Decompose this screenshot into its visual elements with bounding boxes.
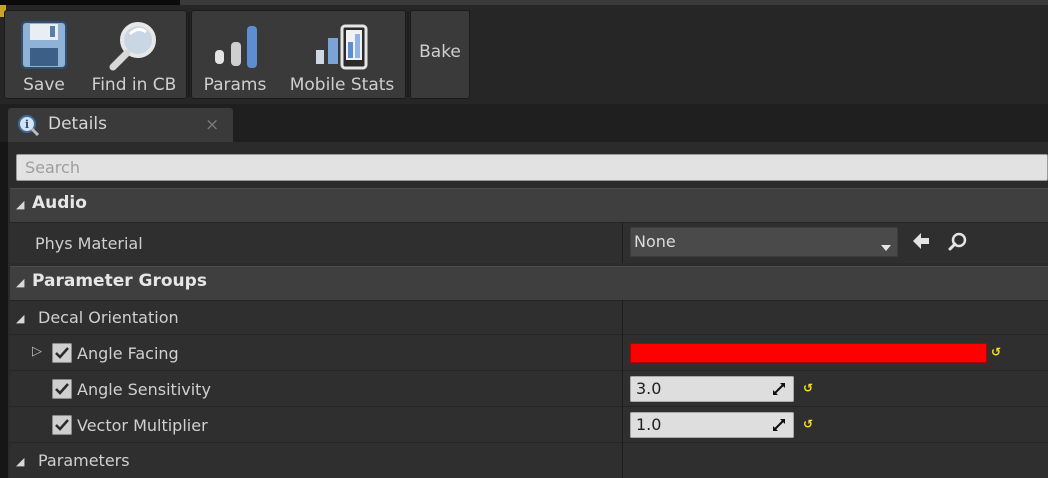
phys-material-label: Phys Material: [35, 234, 143, 253]
bake-button[interactable]: Bake: [412, 42, 468, 62]
vector-multiplier-value[interactable]: 1.0: [636, 415, 661, 434]
column-splitter[interactable]: [622, 222, 623, 263]
vector-multiplier-field[interactable]: 1.0: [630, 412, 794, 438]
angle-sensitivity-label: Angle Sensitivity: [77, 380, 211, 399]
reset-to-default-icon[interactable]: ↺: [991, 345, 1001, 359]
spin-resize-icon[interactable]: [771, 381, 787, 401]
find-in-cb-button[interactable]: Find in CB: [88, 10, 180, 99]
phys-material-dropdown[interactable]: None: [630, 227, 898, 257]
vector-multiplier-checkbox[interactable]: [52, 415, 72, 435]
category-audio-label: Audio: [32, 193, 87, 213]
search-input[interactable]: [17, 155, 1047, 180]
collapse-triangle-icon[interactable]: ◢: [16, 455, 24, 468]
angle-facing-color-swatch[interactable]: [630, 343, 987, 363]
params-icon: [209, 20, 261, 76]
tab-details[interactable]: i Details ×: [8, 108, 233, 142]
angle-sensitivity-field[interactable]: 3.0: [630, 376, 794, 402]
toolbar-separator: [407, 12, 409, 97]
mobile-stats-icon: [310, 20, 374, 78]
vector-multiplier-label: Vector Multiplier: [77, 416, 208, 435]
category-parameter-groups[interactable]: ◢ Parameter Groups: [10, 266, 1048, 300]
browse-search-icon[interactable]: [948, 232, 968, 256]
category-audio[interactable]: ◢ Audio: [10, 188, 1048, 222]
top-border-segment: [180, 0, 1048, 5]
collapse-triangle-icon[interactable]: ◢: [16, 312, 24, 325]
bake-label: Bake: [419, 42, 461, 62]
chevron-down-icon: [880, 237, 892, 256]
spin-resize-icon[interactable]: [771, 417, 787, 437]
save-label: Save: [23, 75, 65, 95]
tab-details-label: Details: [48, 114, 107, 134]
angle-sensitivity-checkbox[interactable]: [52, 379, 72, 399]
expand-triangle-icon[interactable]: ▷: [32, 344, 42, 359]
search-box[interactable]: [16, 154, 1048, 181]
params-label: Params: [203, 75, 267, 95]
angle-sensitivity-value[interactable]: 3.0: [636, 379, 661, 398]
save-button[interactable]: Save: [12, 10, 76, 99]
toolbar-separator: [188, 12, 190, 97]
angle-facing-label: Angle Facing: [77, 344, 179, 363]
parameters-label: Parameters: [38, 451, 130, 470]
save-icon: [20, 20, 68, 74]
collapse-triangle-icon[interactable]: ◢: [16, 198, 24, 211]
reset-to-default-icon[interactable]: ↺: [803, 381, 813, 395]
group-parameters[interactable]: ◢ Parameters: [10, 442, 1048, 478]
property-row-angle-sensitivity: Angle Sensitivity: [10, 370, 1048, 406]
svg-text:i: i: [25, 118, 29, 131]
magnifier-icon: [106, 20, 162, 76]
use-selected-arrow-icon[interactable]: [911, 232, 931, 254]
collapse-triangle-icon[interactable]: ◢: [16, 276, 24, 289]
reset-to-default-icon[interactable]: ↺: [803, 417, 813, 431]
mobile-stats-button[interactable]: Mobile Stats: [286, 10, 398, 99]
phys-material-value: None: [634, 232, 676, 251]
column-splitter[interactable]: [622, 300, 623, 478]
property-row-vector-multiplier: Vector Multiplier: [10, 406, 1048, 442]
close-icon[interactable]: ×: [205, 115, 219, 135]
category-parameter-groups-label: Parameter Groups: [32, 271, 207, 291]
angle-facing-checkbox[interactable]: [52, 343, 72, 363]
decal-orientation-label: Decal Orientation: [38, 308, 179, 327]
group-decal-orientation[interactable]: ◢ Decal Orientation: [10, 300, 1048, 334]
mobile-stats-label: Mobile Stats: [289, 75, 395, 95]
find-in-cb-label: Find in CB: [91, 75, 177, 95]
params-button[interactable]: Params: [198, 10, 272, 99]
details-info-icon: i: [17, 114, 41, 140]
